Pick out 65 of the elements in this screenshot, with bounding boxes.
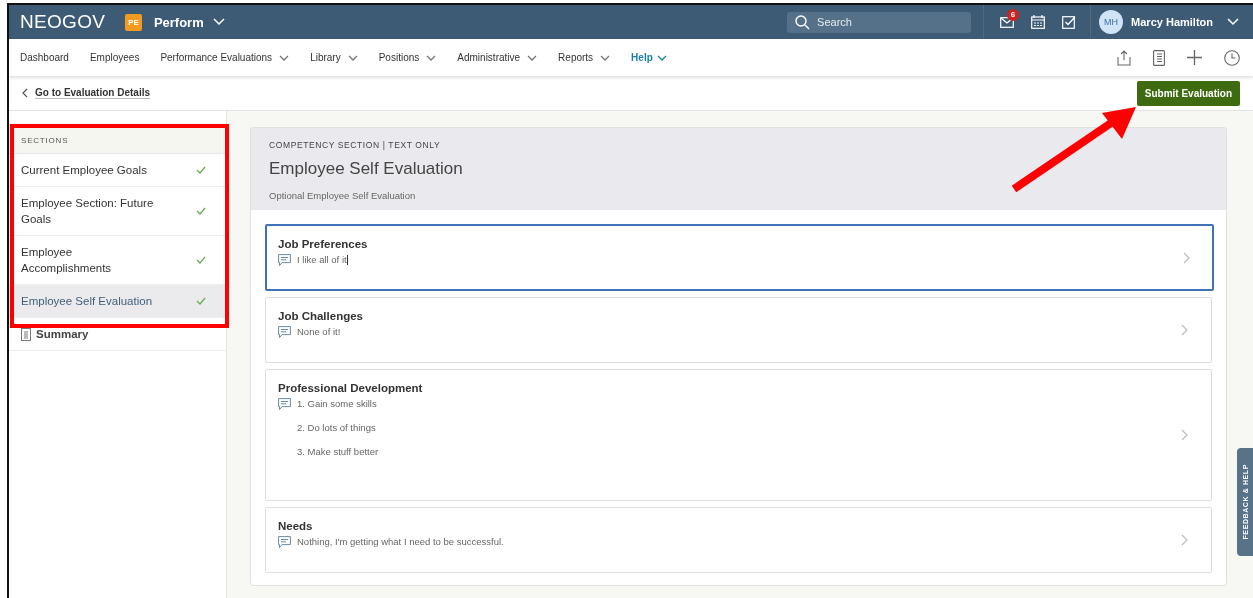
plus-icon[interactable] bbox=[1187, 50, 1202, 65]
clock-icon[interactable] bbox=[1224, 49, 1240, 66]
chevron-down-icon bbox=[212, 18, 225, 26]
comment-icon bbox=[278, 398, 291, 411]
section-label: Current Employee Goals bbox=[21, 162, 147, 178]
answer-text: None of it! bbox=[297, 326, 341, 337]
document-icon[interactable] bbox=[1153, 49, 1165, 66]
chevron-down-icon bbox=[1227, 18, 1239, 26]
nav-item[interactable]: Administrative bbox=[457, 52, 538, 63]
section-label: Summary bbox=[36, 326, 89, 342]
question-title: Professional Development bbox=[278, 382, 423, 394]
chevron-right-icon bbox=[1181, 324, 1188, 336]
logo[interactable]: NEOGOV bbox=[20, 11, 106, 33]
nav-item[interactable]: Employees bbox=[89, 52, 140, 63]
answer-text: Nothing, I'm getting what I need to be successful. bbox=[297, 536, 504, 547]
sidebar-item[interactable]: Current Employee Goals bbox=[9, 154, 226, 187]
nav-item[interactable]: Positions bbox=[378, 52, 437, 63]
checkbox-icon[interactable] bbox=[1062, 15, 1077, 29]
question-title: Needs bbox=[278, 520, 314, 532]
chevron-right-icon bbox=[1183, 251, 1190, 264]
chevron-right-icon bbox=[1181, 429, 1188, 441]
back-link[interactable]: Go to Evaluation Details bbox=[22, 87, 151, 99]
answer-text: I like all of it bbox=[297, 254, 348, 266]
question-card[interactable]: Professional Development 1. Gain some skills 2. Do lots of things 3. Make stuff better bbox=[265, 369, 1212, 501]
question-card[interactable]: Job Preferences I like all of it bbox=[265, 224, 1214, 291]
question-card[interactable]: Needs Nothing, I'm getting what I need to be successful. bbox=[265, 507, 1212, 573]
share-icon[interactable] bbox=[1117, 49, 1131, 66]
submit-button[interactable]: Submit Evaluation bbox=[1136, 80, 1240, 106]
section-title: Employee Self Evaluation bbox=[269, 159, 464, 179]
question-card[interactable]: Job Challenges None of it! bbox=[265, 297, 1212, 363]
answer-text: 2. Do lots of things bbox=[297, 422, 377, 433]
nav-item[interactable]: Dashboard bbox=[20, 52, 69, 63]
section-label: Employee Self Evaluation bbox=[21, 293, 153, 309]
section-description: Optional Employee Self Evaluation bbox=[269, 190, 417, 201]
calendar-icon[interactable] bbox=[1031, 15, 1046, 29]
question-title: Job Preferences bbox=[278, 238, 368, 250]
answer-text: 3. Make stuff better bbox=[297, 446, 379, 457]
text-cursor bbox=[346, 255, 348, 266]
search-icon bbox=[795, 14, 811, 30]
sidebar-item[interactable]: Summary bbox=[9, 318, 226, 351]
product-switcher[interactable]: Perform bbox=[153, 14, 225, 30]
section-type: COMPETENCY SECTION | TEXT ONLY bbox=[269, 140, 442, 150]
nav-item[interactable]: Help bbox=[631, 52, 667, 63]
user-name: Marcy Hamilton bbox=[1131, 16, 1213, 28]
chevron-right-icon bbox=[1181, 534, 1188, 546]
document-icon bbox=[21, 327, 31, 341]
chevron-left-icon bbox=[22, 88, 28, 98]
section-label: Employee Accomplishments bbox=[21, 244, 113, 276]
nav-item[interactable]: Library bbox=[310, 52, 358, 63]
product-badge: PE bbox=[125, 13, 142, 31]
avatar: MH bbox=[1099, 10, 1124, 34]
nav-item[interactable]: Performance Evaluations bbox=[160, 52, 290, 63]
comment-icon bbox=[278, 254, 291, 267]
comment-icon bbox=[278, 536, 291, 549]
comment-icon bbox=[278, 326, 291, 339]
mail-icon[interactable] bbox=[1000, 16, 1015, 28]
nav-item[interactable]: Reports bbox=[558, 52, 611, 63]
section-label: Employee Section: Future Goals bbox=[21, 195, 155, 227]
search-field[interactable]: Search bbox=[787, 11, 972, 33]
sidebar-item[interactable]: Employee Self Evaluation bbox=[9, 285, 226, 318]
notification-badge: 6 bbox=[1007, 8, 1020, 21]
user-menu[interactable]: MH Marcy Hamilton bbox=[1091, 10, 1253, 34]
question-title: Job Challenges bbox=[278, 310, 363, 322]
sidebar-item[interactable]: Employee Section: Future Goals bbox=[9, 187, 226, 236]
answer-text: 1. Gain some skills bbox=[297, 398, 378, 409]
